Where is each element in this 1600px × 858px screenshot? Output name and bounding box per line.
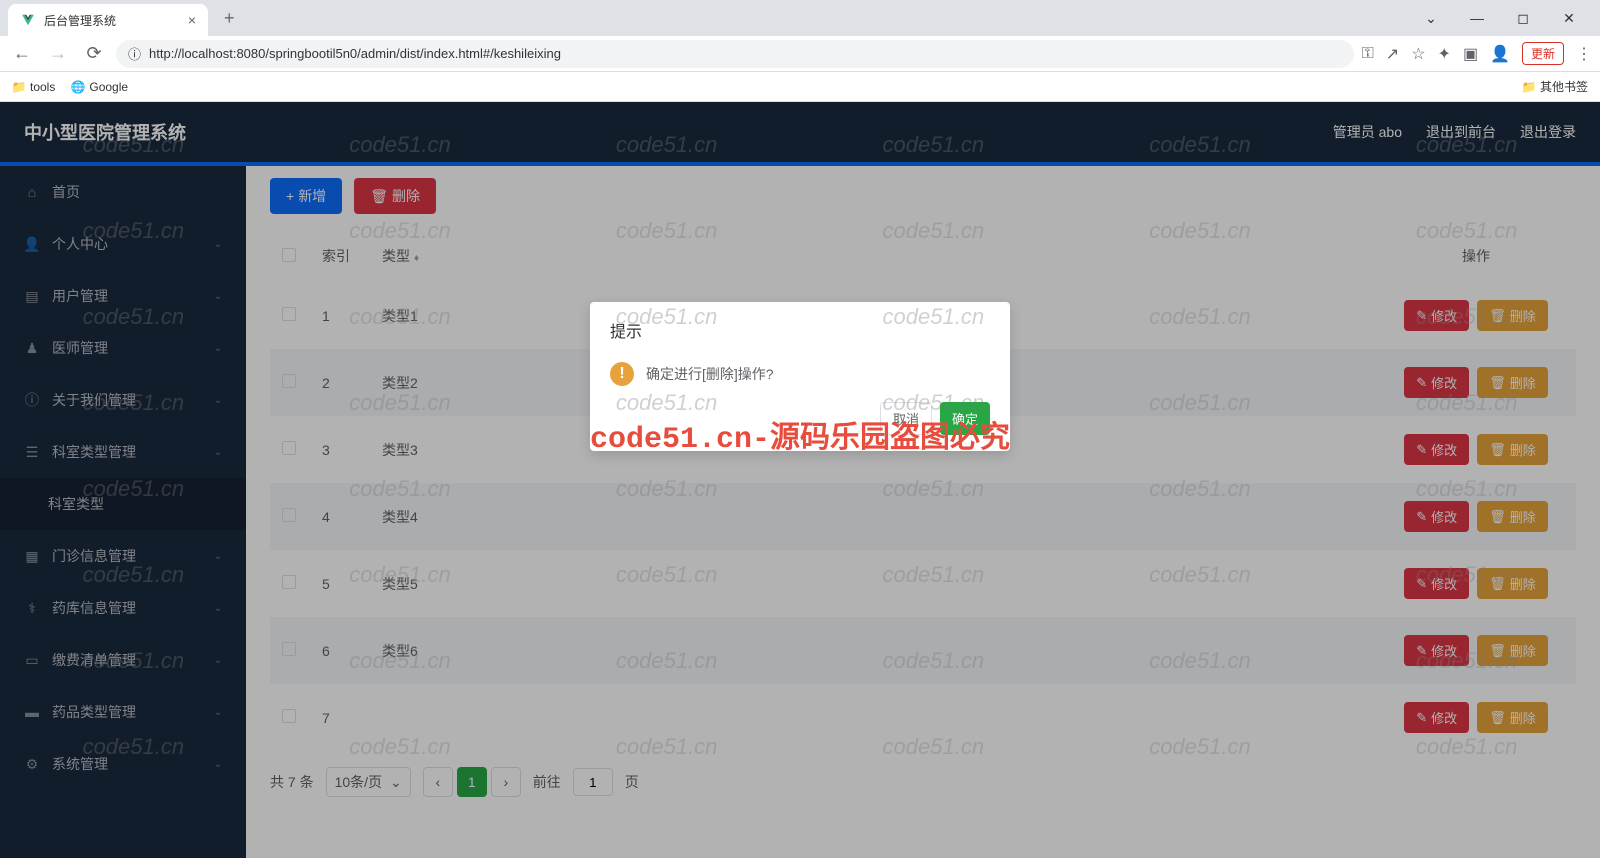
folder-icon: 📁 bbox=[1522, 80, 1536, 94]
watermark-center: code51.cn-源码乐园盗图必究 bbox=[590, 412, 1010, 457]
window-controls: ⌄ — ◻ ✕ bbox=[1416, 10, 1592, 27]
modal-overlay[interactable]: 提示 ! 确定进行[删除]操作? 取消 确定 bbox=[0, 102, 1600, 858]
folder-icon: 📁 bbox=[12, 80, 26, 94]
bookmark-tools[interactable]: 📁 tools bbox=[12, 80, 55, 94]
back-button[interactable]: ← bbox=[8, 40, 36, 68]
update-button[interactable]: 更新 bbox=[1522, 42, 1564, 65]
new-tab-button[interactable]: + bbox=[216, 8, 243, 29]
address-bar: ← → ⟳ ⓘ http://localhost:8080/springboot… bbox=[0, 36, 1600, 72]
browser-chrome: 后台管理系统 × + ⌄ — ◻ ✕ ← → ⟳ ⓘ http://localh… bbox=[0, 0, 1600, 102]
panel-icon[interactable]: ▣ bbox=[1463, 44, 1478, 64]
menu-icon[interactable]: ⋮ bbox=[1576, 44, 1592, 64]
app-container: 中小型医院管理系统 管理员 abo 退出到前台 退出登录 ⌂首页👤个人中心⌄▤用… bbox=[0, 102, 1600, 858]
info-icon: ⓘ bbox=[128, 44, 141, 63]
url-bar[interactable]: ⓘ http://localhost:8080/springbootil5n0/… bbox=[116, 40, 1354, 68]
key-icon[interactable]: ⚿ bbox=[1362, 45, 1374, 63]
forward-button[interactable]: → bbox=[44, 40, 72, 68]
url-text: http://localhost:8080/springbootil5n0/ad… bbox=[149, 46, 1342, 61]
tab-close-icon[interactable]: × bbox=[188, 12, 196, 28]
vue-icon bbox=[20, 12, 36, 28]
close-window-button[interactable]: ✕ bbox=[1554, 10, 1584, 27]
reload-button[interactable]: ⟳ bbox=[80, 40, 108, 68]
profile-icon[interactable]: 👤 bbox=[1490, 44, 1510, 64]
modal-title: 提示 bbox=[610, 318, 642, 342]
share-icon[interactable]: ↗ bbox=[1386, 44, 1399, 64]
warning-icon: ! bbox=[610, 362, 634, 386]
maximize-button[interactable]: ◻ bbox=[1508, 10, 1538, 27]
modal-message: 确定进行[删除]操作? bbox=[646, 364, 774, 384]
bookmark-google[interactable]: 🌐 Google bbox=[71, 80, 128, 94]
browser-tab[interactable]: 后台管理系统 × bbox=[8, 4, 208, 36]
tab-title: 后台管理系统 bbox=[44, 12, 180, 29]
bookmark-other[interactable]: 📁 其他书签 bbox=[1522, 78, 1588, 95]
bookmarks-bar: 📁 tools 🌐 Google 📁 其他书签 bbox=[0, 72, 1600, 102]
extension-icon[interactable]: ✦ bbox=[1438, 44, 1451, 64]
minimize-button[interactable]: — bbox=[1462, 10, 1492, 27]
star-icon[interactable]: ☆ bbox=[1411, 44, 1425, 64]
globe-icon: 🌐 bbox=[71, 80, 85, 94]
chevron-down-icon[interactable]: ⌄ bbox=[1416, 10, 1446, 27]
tab-bar: 后台管理系统 × + ⌄ — ◻ ✕ bbox=[0, 0, 1600, 36]
